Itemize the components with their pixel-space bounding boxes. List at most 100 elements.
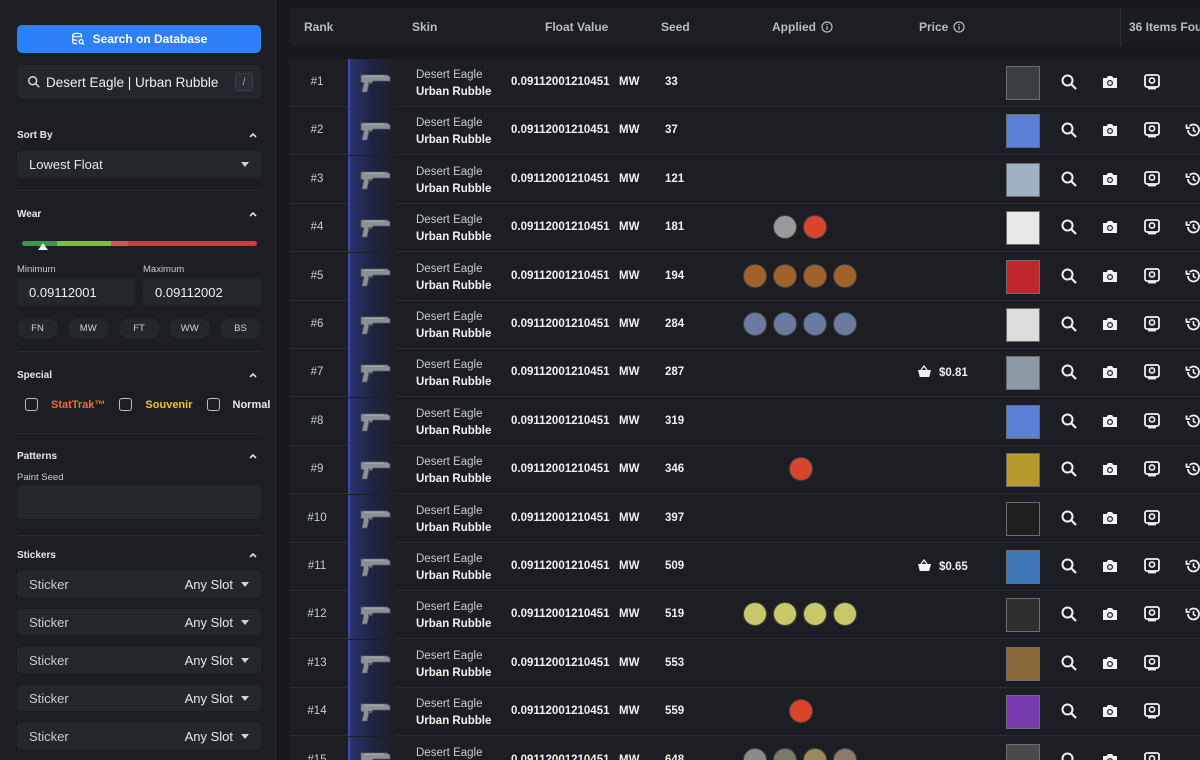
history-icon[interactable]	[1184, 121, 1200, 139]
owner-avatar[interactable]	[1006, 259, 1040, 294]
paint-seed-input[interactable]	[17, 485, 261, 519]
screenshot-camera-icon[interactable]	[1101, 218, 1119, 236]
inspect-in-game-icon[interactable]	[1143, 751, 1161, 760]
search-icon[interactable]	[1060, 557, 1078, 575]
table-row[interactable]: #5 Desert Eagle Urban Rubble 0.091120012104…	[289, 252, 1200, 301]
inspect-in-game-icon[interactable]	[1143, 315, 1161, 333]
owner-avatar[interactable]	[1006, 453, 1040, 488]
screenshot-camera-icon[interactable]	[1101, 605, 1119, 623]
column-seed[interactable]: Seed	[661, 20, 690, 34]
table-row[interactable]: #14 Desert Eagle Urban Rubble 0.09112001210…	[289, 688, 1200, 737]
applied-sticker-icon[interactable]	[773, 312, 797, 336]
applied-sticker-icon[interactable]	[803, 747, 827, 760]
owner-avatar[interactable]	[1006, 404, 1040, 439]
collapse-wear-icon[interactable]	[249, 210, 257, 218]
applied-sticker-icon[interactable]	[803, 312, 827, 336]
inspect-in-game-icon[interactable]	[1143, 121, 1161, 139]
applied-sticker-icon[interactable]	[743, 312, 767, 336]
table-row[interactable]: #10 Desert Eagle Urban Rubble 0.09112001210…	[289, 494, 1200, 543]
applied-sticker-icon[interactable]	[773, 747, 797, 760]
wear-bs-button[interactable]: BS	[220, 318, 261, 339]
collapse-sort-icon[interactable]	[249, 131, 257, 139]
history-icon[interactable]	[1184, 363, 1200, 381]
inspect-in-game-icon[interactable]	[1143, 218, 1161, 236]
inspect-in-game-icon[interactable]	[1143, 267, 1161, 285]
screenshot-camera-icon[interactable]	[1101, 267, 1119, 285]
applied-sticker-icon[interactable]	[743, 602, 767, 627]
wear-ww-button[interactable]: WW	[169, 318, 211, 339]
owner-avatar[interactable]	[1006, 550, 1040, 584]
slot-select[interactable]: Any Slot	[185, 729, 233, 744]
screenshot-camera-icon[interactable]	[1101, 315, 1119, 333]
sticker-filter-row[interactable]: Sticker Any Slot	[17, 685, 261, 711]
column-float[interactable]: Float Value	[545, 20, 608, 34]
search-icon[interactable]	[1060, 218, 1078, 236]
search-icon[interactable]	[1060, 170, 1078, 188]
inspect-in-game-icon[interactable]	[1143, 509, 1161, 527]
owner-avatar[interactable]	[1006, 114, 1040, 149]
applied-sticker-icon[interactable]	[803, 602, 827, 627]
sticker-filter-row[interactable]: Sticker Any Slot	[17, 571, 261, 597]
screenshot-camera-icon[interactable]	[1101, 654, 1119, 672]
table-row[interactable]: #2 Desert Eagle Urban Rubble 0.091120012104…	[289, 107, 1200, 156]
inspect-in-game-icon[interactable]	[1143, 557, 1161, 575]
owner-avatar[interactable]	[1006, 598, 1040, 633]
sticker-filter-row[interactable]: Sticker Any Slot	[17, 723, 261, 749]
souvenir-checkbox[interactable]	[119, 398, 133, 411]
column-price[interactable]: Price	[919, 20, 965, 34]
screenshot-camera-icon[interactable]	[1101, 509, 1119, 527]
applied-sticker-icon[interactable]	[743, 263, 767, 288]
owner-avatar[interactable]	[1006, 308, 1040, 342]
history-icon[interactable]	[1184, 315, 1200, 333]
owner-avatar[interactable]	[1006, 211, 1040, 246]
history-icon[interactable]	[1184, 412, 1200, 430]
history-icon[interactable]	[1184, 267, 1200, 285]
search-icon[interactable]	[1060, 267, 1078, 285]
search-icon[interactable]	[1060, 654, 1078, 672]
screenshot-camera-icon[interactable]	[1101, 460, 1119, 478]
slot-select[interactable]: Any Slot	[185, 577, 233, 592]
applied-sticker-icon[interactable]	[803, 215, 827, 240]
table-row[interactable]: #11 Desert Eagle Urban Rubble 0.09112001210…	[289, 543, 1200, 591]
table-row[interactable]: #3 Desert Eagle Urban Rubble 0.091120012104…	[289, 155, 1200, 204]
max-float-input[interactable]: 0.09112002	[143, 278, 261, 306]
applied-sticker-icon[interactable]	[803, 263, 827, 288]
inspect-in-game-icon[interactable]	[1143, 460, 1161, 478]
search-icon[interactable]	[1060, 509, 1078, 527]
search-icon[interactable]	[1060, 702, 1078, 720]
screenshot-camera-icon[interactable]	[1101, 363, 1119, 381]
search-database-button[interactable]: Search on Database	[17, 25, 261, 53]
table-row[interactable]: #12 Desert Eagle Urban Rubble 0.09112001210…	[289, 591, 1200, 640]
search-icon[interactable]	[1060, 605, 1078, 623]
search-icon[interactable]	[1060, 751, 1078, 760]
owner-avatar[interactable]	[1006, 646, 1040, 681]
owner-avatar[interactable]	[1006, 743, 1040, 760]
search-icon[interactable]	[1060, 460, 1078, 478]
history-icon[interactable]	[1184, 605, 1200, 623]
screenshot-camera-icon[interactable]	[1101, 751, 1119, 760]
applied-sticker-icon[interactable]	[833, 747, 857, 760]
sticker-filter-row[interactable]: Sticker Any Slot	[17, 609, 261, 635]
column-skin[interactable]: Skin	[412, 20, 437, 34]
wear-mw-button[interactable]: MW	[67, 318, 109, 339]
collapse-patterns-icon[interactable]	[249, 452, 257, 460]
applied-sticker-icon[interactable]	[773, 215, 797, 240]
owner-avatar[interactable]	[1006, 356, 1040, 391]
applied-sticker-icon[interactable]	[789, 699, 813, 724]
collapse-stickers-icon[interactable]	[249, 551, 257, 559]
search-icon[interactable]	[1060, 315, 1078, 333]
min-float-input[interactable]: 0.09112001	[17, 278, 135, 306]
applied-sticker-icon[interactable]	[833, 312, 857, 336]
info-icon[interactable]	[953, 21, 965, 33]
search-icon[interactable]	[1060, 121, 1078, 139]
skin-search-input[interactable]: Desert Eagle | Urban Rubble /	[17, 65, 261, 99]
wear-fn-button[interactable]: FN	[17, 318, 58, 339]
applied-sticker-icon[interactable]	[773, 602, 797, 627]
owner-avatar[interactable]	[1006, 501, 1040, 536]
wear-range-slider[interactable]	[22, 241, 257, 246]
column-applied[interactable]: Applied	[772, 20, 833, 34]
inspect-in-game-icon[interactable]	[1143, 412, 1161, 430]
sticker-filter-row[interactable]: Sticker Any Slot	[17, 647, 261, 673]
info-icon[interactable]	[821, 21, 833, 33]
price-cell[interactable]: $0.81	[917, 365, 968, 381]
